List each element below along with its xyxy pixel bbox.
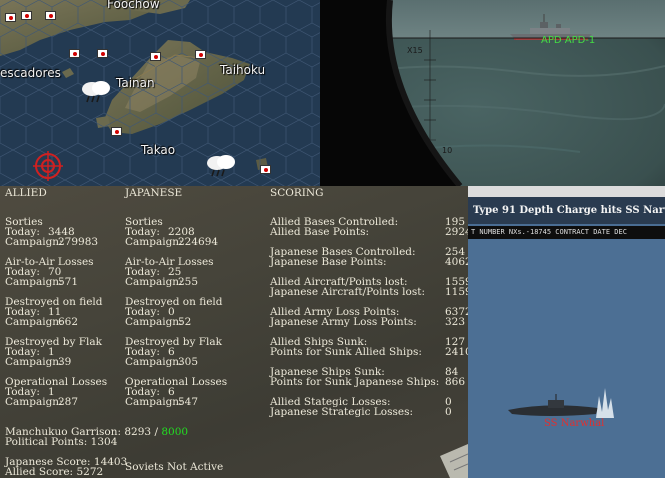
campaign-label: Campaign: (5, 356, 63, 368)
scoring-value: 323 (445, 316, 466, 328)
range-scale-mark-low: 10 (442, 146, 453, 155)
scoring-row: Points for Sunk Japanese Ships: 866 (270, 376, 465, 388)
campaign-label: Campaign: (125, 236, 183, 248)
campaign-label: Campaign: (5, 236, 63, 248)
scoring-label: Japanese Aircraft/Points lost: (270, 286, 425, 298)
storm-cloud-icon (82, 81, 110, 103)
scoring-column: SCORING Allied Bases Controlled: 195 Allie… (270, 187, 468, 418)
campaign-label: Campaign: (125, 356, 183, 368)
campaign-label: Campaign: (125, 316, 183, 328)
allied-sorties-campaign: 279983 (58, 236, 99, 248)
scoring-value: 1159 (445, 286, 468, 298)
scoring-label: Japanese Strategic Losses: (270, 406, 414, 418)
range-scale-mark: X15 (407, 46, 423, 55)
japanese-ops-campaign: 547 (178, 396, 199, 408)
japanese-flak-campaign: 305 (178, 356, 199, 368)
japanese-sorties-campaign: 224694 (178, 236, 219, 248)
japanese-column: JAPANESE Sorties Today: 2208 Campaign: 224… (125, 187, 227, 408)
campaign-label: Campaign: (125, 276, 183, 288)
scoring-rows: Allied Bases Controlled: 195 Allied Base P… (270, 217, 468, 418)
scoring-row: Japanese Aircraft/Points lost: 1159 (270, 286, 468, 298)
periscope-view: X15 10 APD APD-1 (320, 0, 665, 186)
scoring-label: Allied Base Points: (270, 226, 370, 238)
event-title: Type 91 Depth Charge hits SS Narwhal (468, 197, 665, 224)
city-foochow[interactable]: Foochow (107, 0, 160, 11)
tactical-map[interactable]: Foochow escadores Tainan Taihoku Takao (0, 0, 320, 186)
scoring-row: Points for Sunk Allied Ships: 2410 (270, 346, 468, 358)
scoring-row: Japanese Strategic Losses: 0 (270, 406, 452, 418)
japanese-field-campaign: 52 (178, 316, 192, 328)
japanese-unit-flag-icon[interactable] (45, 11, 56, 20)
japanese-unit-flag-icon[interactable] (260, 165, 271, 174)
scoring-label: Points for Sunk Japanese Ships: (270, 376, 440, 388)
allied-a2a-campaign: 571 (58, 276, 79, 288)
japanese-unit-flag-icon[interactable] (97, 49, 108, 58)
event-document-strip: T NUMBER NXs.-18745 CONTRACT DATE DEC (468, 226, 665, 239)
allied-ops-campaign: 287 (58, 396, 79, 408)
scoring-label: Japanese Army Loss Points: (270, 316, 417, 328)
scoring-row: Allied Base Points: 2924 (270, 226, 468, 238)
scoring-value: 2410 (445, 346, 468, 358)
japanese-header: JAPANESE (125, 187, 183, 199)
target-ship-label[interactable]: APD APD-1 (541, 35, 595, 46)
japanese-unit-flag-icon[interactable] (69, 49, 80, 58)
scoring-label: Japanese Base Points: (270, 256, 387, 268)
scoring-value: 0 (445, 406, 452, 418)
allied-score-label: Allied Score: (5, 466, 74, 478)
allied-score-value: 5272 (76, 466, 104, 478)
allied-flak-campaign: 39 (58, 356, 72, 368)
city-taihoku[interactable]: Taihoku (220, 63, 265, 77)
scoring-label: Points for Sunk Allied Ships: (270, 346, 422, 358)
storm-cloud-icon (207, 155, 235, 177)
scoring-value: 866 (445, 376, 466, 388)
scoring-value: 2924 (445, 226, 468, 238)
campaign-label: Campaign: (5, 276, 63, 288)
scoring-row: Japanese Base Points: 4062 (270, 256, 468, 268)
allied-field-campaign: 662 (58, 316, 79, 328)
scoring-row: Japanese Army Loss Points: 323 (270, 316, 465, 328)
scoring-header: SCORING (270, 187, 324, 199)
periscope-scene (320, 0, 665, 186)
city-takao[interactable]: Takao (141, 143, 175, 157)
japanese-unit-flag-icon[interactable] (150, 52, 161, 61)
political-points-label: Political Points: (5, 436, 88, 448)
japanese-unit-flag-icon[interactable] (111, 127, 122, 136)
political-points-value: 1304 (90, 436, 118, 448)
map-terrain (0, 0, 320, 186)
submarine-label[interactable]: SS Narwhal (544, 418, 604, 429)
campaign-label: Campaign: (5, 316, 63, 328)
japanese-unit-flag-icon[interactable] (195, 50, 206, 59)
scoring-value: 4062 (445, 256, 468, 268)
japanese-unit-flag-icon[interactable] (21, 11, 32, 20)
japanese-a2a-campaign: 255 (178, 276, 199, 288)
city-tainan[interactable]: Tainan (116, 76, 155, 90)
paper-scrap-decoration (440, 444, 468, 478)
campaign-label: Campaign: (125, 396, 183, 408)
city-pescadores[interactable]: escadores (0, 66, 61, 80)
campaign-label: Campaign: (5, 396, 63, 408)
soviets-status: Soviets Not Active (125, 461, 224, 473)
combat-report-panel: ALLIED Sorties Today: 3448 Campaign: 27998… (0, 186, 468, 478)
event-report-panel: Type 91 Depth Charge hits SS Narwhal T N… (468, 186, 665, 478)
japanese-unit-flag-icon[interactable] (5, 13, 16, 22)
